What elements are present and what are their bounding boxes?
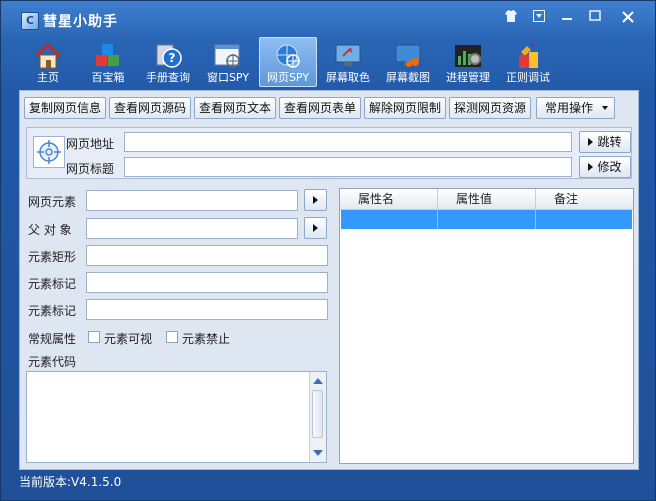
process-icon [455, 45, 481, 67]
visible-checkbox[interactable] [88, 331, 100, 343]
toolbar-home[interactable]: 主页 [19, 37, 77, 87]
crosshair-target-icon[interactable] [33, 136, 65, 168]
element-label: 网页元素 [28, 195, 77, 209]
toolbar-toolbox[interactable]: 百宝箱 [79, 37, 137, 87]
probe-resources-button[interactable]: 探测网页资源 [449, 97, 531, 119]
web-spy-panel: 复制网页信息 查看网页源码 查看网页文本 查看网页表单 解除网页限制 探测网页资… [19, 90, 639, 470]
element-go-button[interactable] [304, 189, 327, 211]
modify-button[interactable]: 修改 [579, 156, 631, 178]
toolbar-color-picker[interactable]: 屏幕取色 [319, 37, 377, 87]
title-label: 网页标题 [66, 162, 115, 176]
table-cell [536, 210, 632, 229]
disabled-checkbox-label: 元素禁止 [182, 332, 231, 346]
element-input[interactable] [86, 190, 298, 211]
view-source-button[interactable]: 查看网页源码 [109, 97, 191, 119]
house-icon [34, 42, 62, 69]
play-arrow-icon [588, 162, 594, 171]
url-input[interactable] [124, 132, 572, 152]
remove-limit-button[interactable]: 解除网页限制 [364, 97, 446, 119]
svg-text:?: ? [169, 51, 176, 65]
mark-input-1[interactable] [86, 272, 328, 293]
scroll-up-icon[interactable] [313, 378, 323, 384]
url-section: 网页地址 跳转 网页标题 修改 [26, 127, 632, 179]
copy-page-info-button[interactable]: 复制网页信息 [24, 97, 106, 119]
toolbar-manual[interactable]: ? 手册查询 [139, 37, 197, 87]
play-arrow-icon [313, 223, 318, 232]
visible-checkbox-label: 元素可视 [104, 332, 153, 346]
version-status: 当前版本:V4.1.5.0 [19, 475, 122, 489]
vertical-scrollbar[interactable] [309, 372, 326, 462]
disabled-checkbox[interactable] [166, 331, 178, 343]
element-code-textarea[interactable] [26, 371, 327, 463]
parent-go-button[interactable] [304, 217, 327, 239]
props-label: 常规属性 [28, 332, 77, 346]
mark-input-2[interactable] [86, 299, 328, 320]
scroll-down-icon[interactable] [313, 450, 323, 456]
app-window: C 彗星小助手 主页 百宝箱 ? 手册查询 窗口SPY 网页SPY 屏幕取色 屏… [0, 0, 656, 501]
main-toolbar: 主页 百宝箱 ? 手册查询 窗口SPY 网页SPY 屏幕取色 屏幕截图 进程管理… [19, 37, 639, 89]
web-spy-icon [276, 44, 300, 68]
toolbar-window-spy[interactable]: 窗口SPY [199, 37, 257, 87]
table-header: 属性名 属性值 备注 [340, 189, 633, 210]
toolbar-screenshot[interactable]: 屏幕截图 [379, 37, 437, 87]
skin-icon[interactable] [501, 10, 521, 26]
rect-label: 元素矩形 [28, 250, 77, 264]
close-icon[interactable] [615, 10, 641, 26]
menu-icon[interactable] [529, 10, 549, 26]
mark-label-2: 元素标记 [28, 304, 77, 318]
scroll-thumb[interactable] [312, 390, 323, 438]
column-header[interactable]: 备注 [536, 189, 633, 209]
view-text-button[interactable]: 查看网页文本 [194, 97, 276, 119]
table-cell [341, 210, 438, 229]
window-title: 彗星小助手 [43, 14, 118, 30]
property-table[interactable]: 属性名 属性值 备注 [339, 188, 634, 464]
regex-icon [519, 42, 538, 68]
page-title-input[interactable] [124, 157, 572, 177]
table-row[interactable] [341, 210, 632, 229]
help-icon: ? [156, 44, 182, 68]
toolbar-process-manager[interactable]: 进程管理 [439, 37, 497, 87]
maximize-icon[interactable] [585, 10, 605, 26]
code-label: 元素代码 [28, 355, 77, 369]
screenshot-icon [395, 44, 421, 67]
view-forms-button[interactable]: 查看网页表单 [279, 97, 361, 119]
url-label: 网页地址 [66, 137, 115, 151]
toolbar-web-spy[interactable]: 网页SPY [259, 37, 317, 87]
chevron-down-icon [602, 106, 608, 110]
parent-input[interactable] [86, 218, 298, 239]
column-header[interactable]: 属性值 [438, 189, 536, 209]
rect-input[interactable] [86, 245, 328, 266]
parent-label: 父 对 象 [28, 223, 72, 237]
title-bar[interactable]: C 彗星小助手 [1, 1, 655, 35]
column-header[interactable]: 属性名 [340, 189, 438, 209]
toolbar-regex-debug[interactable]: 正则调试 [499, 37, 557, 87]
mark-label-1: 元素标记 [28, 277, 77, 291]
minimize-icon[interactable] [557, 10, 577, 26]
app-logo-icon: C [21, 12, 39, 30]
play-arrow-icon [313, 195, 318, 204]
table-cell [438, 210, 536, 229]
cubes-icon [96, 44, 119, 66]
window-spy-icon [214, 44, 240, 68]
play-arrow-icon [588, 137, 594, 146]
color-picker-icon [335, 44, 361, 66]
jump-button[interactable]: 跳转 [579, 131, 631, 153]
common-ops-dropdown[interactable]: 常用操作 [536, 97, 615, 119]
